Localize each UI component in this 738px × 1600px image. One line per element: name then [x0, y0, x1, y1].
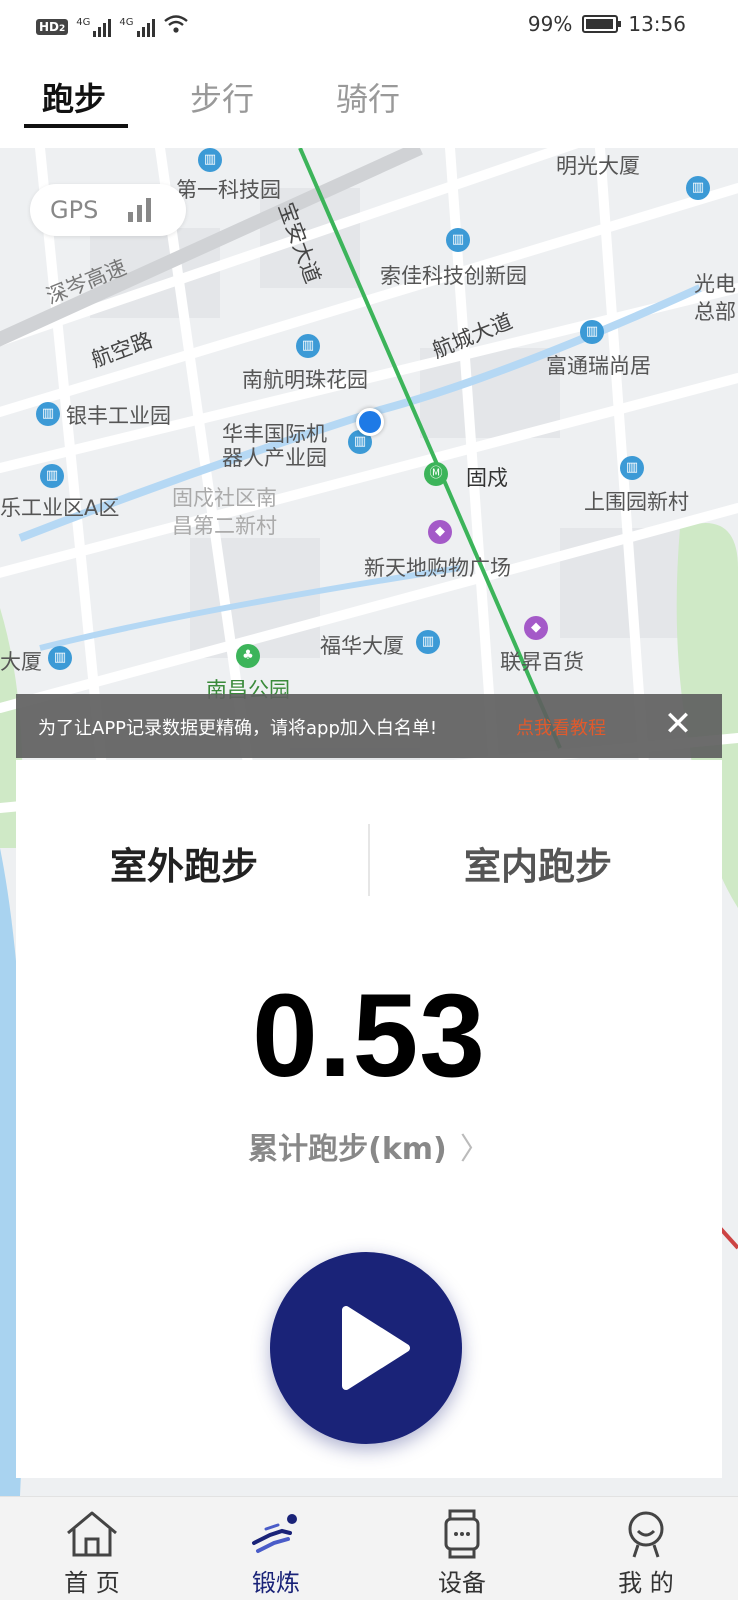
tutorial-link[interactable]: 点我看教程 [516, 714, 606, 740]
nav-profile[interactable]: 我 的 [554, 1497, 738, 1600]
poi-icon: ▥ [580, 320, 604, 344]
map-label: 器人产业园 [222, 446, 327, 470]
map-label: 新天地购物广场 [364, 556, 511, 580]
runner-icon [252, 1514, 297, 1553]
map-label: 银丰工业园 [66, 404, 171, 428]
map-label: 固戍社区南 [172, 486, 277, 510]
poi-icon: ▥ [620, 456, 644, 480]
map-label: 昌第二新村 [172, 514, 277, 538]
poi-icon: ▥ [446, 228, 470, 252]
clock: 13:56 [628, 12, 686, 36]
activity-tabs: 跑步 步行 骑行 [0, 52, 738, 148]
map-label: 固戍 [466, 466, 508, 490]
nav-home[interactable]: 首 页 [0, 1497, 184, 1600]
profile-icon [628, 1511, 664, 1558]
total-distance-value: 0.53 [252, 970, 486, 1102]
poi-icon: ▥ [198, 148, 222, 172]
mode-indoor-button[interactable]: 室内跑步 [464, 836, 612, 890]
map-label: 联昇百货 [500, 650, 584, 674]
watch-icon [444, 1509, 480, 1559]
total-distance-label: 累计跑步(km) [248, 1132, 447, 1167]
map-label: 福华大厦 [320, 634, 404, 658]
nav-workout[interactable]: 锻炼 [184, 1497, 368, 1600]
notice-text: 为了让APP记录数据更精确，请将app加入白名单! [38, 718, 438, 739]
map-label: 第一科技园 [176, 178, 281, 202]
play-icon [342, 1306, 410, 1390]
home-icon [67, 1511, 117, 1557]
gps-signal-icon [128, 198, 151, 222]
tab-running[interactable]: 跑步 [42, 74, 106, 120]
shopping-icon: ◆ [428, 520, 452, 544]
gps-indicator: GPS [30, 184, 186, 236]
nav-devices[interactable]: 设备 [370, 1497, 554, 1600]
poi-icon: ▥ [40, 464, 64, 488]
map-label: 明光大厦 [556, 154, 640, 178]
poi-icon: ▥ [48, 646, 72, 670]
map-label: 总部 [694, 300, 736, 324]
run-card: 室外跑步 室内跑步 0.53 累计跑步(km) 〉 [16, 760, 722, 1478]
signal-icon-2: 4G [119, 17, 155, 37]
metro-station-icon: Ⓜ [424, 462, 448, 486]
current-location-marker [356, 408, 384, 436]
map-label: 大厦 [0, 650, 42, 674]
mode-divider [368, 824, 370, 896]
battery-percent: 99% [527, 12, 573, 36]
map-label: 索佳科技创新园 [380, 264, 527, 288]
wifi-icon [163, 14, 189, 39]
map-label: 富通瑞尚居 [546, 354, 651, 378]
map-label: 光电 [694, 272, 736, 296]
map-label: 南航明珠花园 [242, 368, 368, 392]
battery-icon [582, 15, 622, 33]
map-label: 乐工业区A区 [0, 496, 120, 520]
start-run-button[interactable] [270, 1252, 462, 1444]
poi-icon: ▥ [36, 402, 60, 426]
tab-cycling[interactable]: 骑行 [336, 74, 400, 120]
park-icon: ♣ [236, 644, 260, 668]
shopping-icon: ◆ [524, 616, 548, 640]
close-icon[interactable]: ✕ [656, 702, 700, 746]
hd-indicator: HD2 [36, 18, 69, 35]
poi-icon: ▥ [416, 630, 440, 654]
active-tab-indicator [24, 124, 128, 128]
tab-walking[interactable]: 步行 [190, 74, 254, 120]
chevron-right-icon: 〉 [459, 1132, 490, 1167]
poi-icon: ▥ [296, 334, 320, 358]
signal-icon: 4G [76, 17, 112, 37]
bottom-nav: 首 页 锻炼 设备 我 的 [0, 1496, 738, 1600]
total-distance-link[interactable]: 累计跑步(km) 〉 [16, 1124, 722, 1168]
map-label: 上围园新村 [584, 490, 689, 514]
whitelist-notice: 为了让APP记录数据更精确，请将app加入白名单! 点我看教程 ✕ [16, 694, 722, 758]
mode-outdoor-button[interactable]: 室外跑步 [110, 836, 258, 890]
status-bar: HD2 4G 4G 99% 13:56 [0, 0, 738, 52]
poi-icon: ▥ [686, 176, 710, 200]
